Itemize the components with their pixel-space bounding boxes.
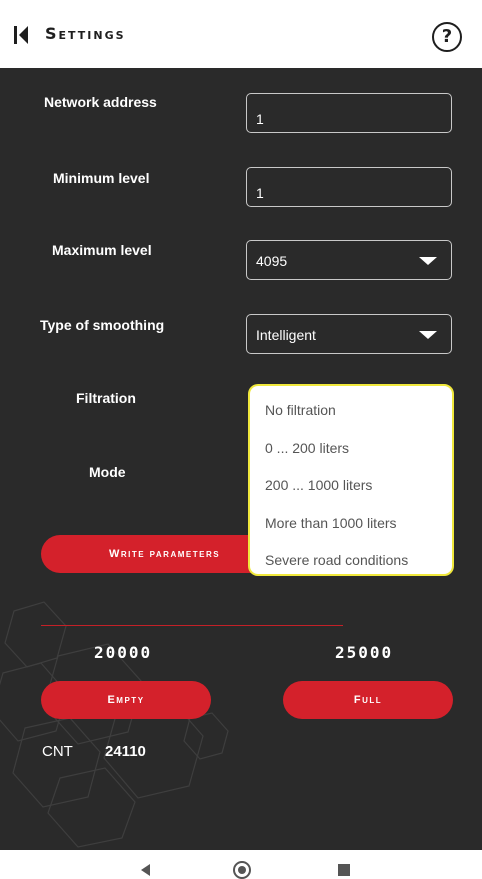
cnt-value: 24110 <box>105 743 146 760</box>
full-value: 25000 <box>335 643 394 662</box>
header-bar: Settings ? <box>0 0 482 68</box>
page-title: Settings <box>45 24 126 43</box>
filtration-option[interactable]: More than 1000 liters <box>250 505 452 543</box>
network-address-label: Network address <box>44 94 157 110</box>
navigation-bar <box>0 850 482 879</box>
maximum-level-label: Maximum level <box>52 242 152 258</box>
mode-label: Mode <box>89 464 126 480</box>
network-address-input[interactable]: 1 <box>246 93 452 133</box>
cnt-label: CNT <box>42 743 73 760</box>
filtration-option[interactable]: 0 ... 200 liters <box>250 430 452 468</box>
maximum-level-value: 4095 <box>256 253 288 269</box>
smoothing-label: Type of smoothing <box>40 317 165 333</box>
filtration-dropdown: No filtration 0 ... 200 liters 200 ... 1… <box>248 384 454 576</box>
write-parameters-button[interactable]: Write parameters <box>41 535 276 573</box>
minimum-level-label: Minimum level <box>53 170 150 186</box>
empty-value: 20000 <box>94 643 153 662</box>
filtration-option[interactable]: Severe road conditions <box>250 542 452 580</box>
help-icon[interactable]: ? <box>432 22 462 52</box>
maximum-level-select[interactable]: 4095 <box>246 240 452 280</box>
chevron-down-icon <box>419 331 437 339</box>
filtration-option[interactable]: 200 ... 1000 liters <box>250 467 452 505</box>
filtration-option[interactable]: No filtration <box>250 392 452 430</box>
nav-recent-icon[interactable] <box>338 864 350 876</box>
chevron-down-icon <box>419 257 437 265</box>
minimum-level-input[interactable]: 1 <box>246 167 452 207</box>
nav-back-icon[interactable] <box>141 864 150 876</box>
filtration-label: Filtration <box>76 390 136 406</box>
back-arrow-icon[interactable] <box>14 25 30 45</box>
divider-line <box>41 625 343 626</box>
settings-panel: Network address 1 Minimum level 1 Maximu… <box>0 68 482 850</box>
smoothing-select[interactable]: Intelligent <box>246 314 452 354</box>
empty-button[interactable]: Empty <box>41 681 211 719</box>
smoothing-value: Intelligent <box>256 327 316 343</box>
full-button[interactable]: Full <box>283 681 453 719</box>
nav-home-icon[interactable] <box>233 861 251 879</box>
